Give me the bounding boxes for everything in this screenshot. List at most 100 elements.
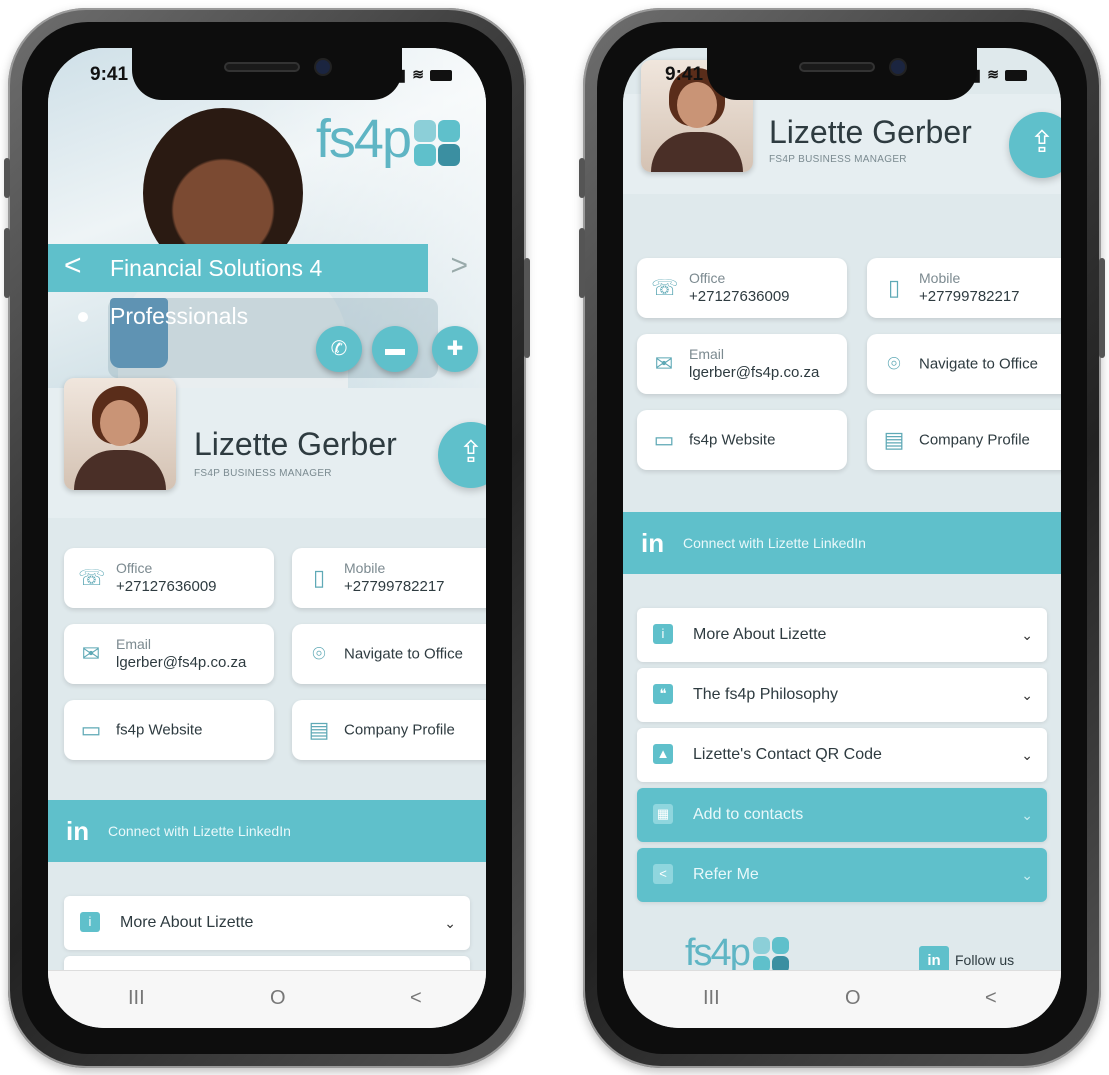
accordion-qr-code[interactable]: ▲ Lizette's Contact QR Code ⌄: [637, 728, 1047, 782]
mobile-value: +27799782217: [344, 578, 445, 595]
email-value: lgerber@fs4p.co.za: [689, 364, 820, 381]
accordion-add-contacts-label: Add to contacts: [693, 806, 804, 823]
email-label: Email: [689, 346, 725, 362]
accordion-refer-me[interactable]: < Refer Me ⌄: [637, 848, 1047, 902]
mobile-card[interactable]: ▯ Mobile +27799782217: [292, 548, 486, 608]
phone-icon: ☏: [651, 275, 679, 300]
location-icon: ⌾: [312, 641, 326, 666]
share-button[interactable]: ⇪: [1009, 112, 1061, 178]
android-nav-bar: III O <: [623, 970, 1061, 1028]
chevron-down-icon: ⌄: [1021, 687, 1033, 703]
mobile-card[interactable]: ▯ Mobile +27799782217: [867, 258, 1061, 318]
linkedin-label: Connect with Lizette LinkedIn: [108, 823, 291, 839]
chevron-down-icon: ⌄: [1021, 747, 1033, 763]
message-button[interactable]: ▬: [372, 326, 418, 372]
power-button: [524, 258, 530, 358]
volume-up-button: [4, 228, 10, 298]
accordion-about[interactable]: i More About Lizette ⌄: [64, 896, 470, 950]
company-card[interactable]: ▤ Company Profile: [292, 700, 486, 760]
accordion-refer-label: Refer Me: [693, 866, 759, 883]
accordion-about[interactable]: i More About Lizette ⌄: [637, 608, 1047, 662]
mute-switch: [4, 158, 10, 198]
email-card[interactable]: ✉ Email lgerber@fs4p.co.za: [637, 334, 847, 394]
mobile-label: Mobile: [919, 270, 961, 286]
chevron-down-icon: ⌄: [1021, 807, 1033, 823]
monitor-icon: ▭: [653, 427, 675, 452]
accordion-add-contacts[interactable]: ▦ Add to contacts ⌄: [637, 788, 1047, 842]
email-icon: ✉: [654, 351, 674, 376]
back-button[interactable]: <: [410, 987, 422, 1010]
website-card[interactable]: ▭ fs4p Website: [64, 700, 274, 760]
website-label: fs4p Website: [116, 721, 203, 739]
accordion-philosophy[interactable]: ❝ The fs4p Philosophy ⌄: [637, 668, 1047, 722]
office-value: +27127636009: [116, 578, 217, 595]
follow-us-label: Follow us: [955, 952, 1015, 968]
status-time: 9:41: [90, 64, 129, 85]
status-time: 9:41: [665, 64, 704, 85]
notch: [707, 48, 977, 100]
profile-header: Lizette Gerber FS4P BUSINESS MANAGER ⇪: [623, 60, 1061, 194]
office-label: Office: [116, 560, 153, 576]
back-button[interactable]: <: [985, 987, 997, 1010]
linkedin-bar[interactable]: in Connect with Lizette LinkedIn: [48, 800, 486, 862]
email-icon: ✉: [81, 641, 101, 666]
speaker: [799, 62, 875, 72]
linkedin-icon: in: [641, 528, 665, 558]
office-card[interactable]: ☏ Office +27127636009: [64, 548, 274, 608]
volume-up-button: [579, 228, 585, 298]
accordion-qr-label: Lizette's Contact QR Code: [693, 746, 882, 763]
logo-mark-icon: [752, 936, 789, 973]
profile-header: Lizette Gerber FS4P BUSINESS MANAGER ⇪: [48, 378, 486, 518]
image-icon: ▲: [653, 744, 673, 764]
company-label: Company Profile: [919, 431, 1030, 449]
office-card[interactable]: ☏ Office +27127636009: [637, 258, 847, 318]
front-camera: [316, 60, 330, 74]
info-icon: i: [80, 912, 100, 932]
website-label: fs4p Website: [689, 431, 776, 449]
profile-name: Lizette Gerber: [194, 426, 397, 462]
footer-logo-text: fs4p: [685, 932, 751, 974]
email-card[interactable]: ✉ Email lgerber@fs4p.co.za: [64, 624, 274, 684]
navigate-label: Navigate to Office: [344, 645, 463, 663]
linkedin-bar[interactable]: in Connect with Lizette LinkedIn: [623, 512, 1061, 574]
mute-switch: [579, 158, 585, 198]
website-card[interactable]: ▭ fs4p Website: [637, 410, 847, 470]
share-button[interactable]: ⇪: [438, 422, 486, 488]
fs4p-logo: fs4p: [316, 108, 460, 170]
carousel-next-icon[interactable]: >: [450, 244, 468, 292]
mobile-icon: ▯: [887, 275, 901, 300]
power-button: [1099, 258, 1105, 358]
pdf-icon: ▤: [308, 717, 330, 742]
logo-text: fs4p: [315, 109, 412, 169]
mobile-label: Mobile: [344, 560, 386, 576]
contacts-icon: ▦: [653, 804, 673, 824]
home-button[interactable]: O: [270, 987, 286, 1010]
carousel-prev-icon[interactable]: <: [64, 244, 82, 292]
screen: 9:41 ▂▄▆ ≋ Lizette Gerber FS4P BUSINESS …: [623, 48, 1061, 1028]
company-label: Company Profile: [344, 721, 455, 739]
navigate-card[interactable]: ⌾ Navigate to Office: [292, 624, 486, 684]
email-label: Email: [116, 636, 152, 652]
navigate-card[interactable]: ⌾ Navigate to Office: [867, 334, 1061, 394]
linkedin-icon: in: [66, 816, 90, 846]
recent-apps-button[interactable]: III: [703, 987, 720, 1010]
home-button[interactable]: O: [845, 987, 861, 1010]
phone-right: 9:41 ▂▄▆ ≋ Lizette Gerber FS4P BUSINESS …: [579, 8, 1105, 1068]
chevron-down-icon: ⌄: [1021, 867, 1033, 883]
add-contact-button[interactable]: ✚: [432, 326, 478, 372]
bezel: 9:41 ▂▄▆ ≋ Lizette Gerber FS4P BUSINESS …: [597, 22, 1087, 1054]
phone-icon: ☏: [78, 565, 106, 590]
company-card[interactable]: ▤ Company Profile: [867, 410, 1061, 470]
navigate-label: Navigate to Office: [919, 355, 1038, 373]
profile-role: FS4P BUSINESS MANAGER: [194, 468, 332, 479]
whatsapp-button[interactable]: ✆: [316, 326, 362, 372]
carousel-dot[interactable]: [78, 312, 88, 322]
speaker: [224, 62, 300, 72]
chevron-down-icon: ⌄: [444, 915, 456, 931]
mobile-icon: ▯: [312, 565, 326, 590]
recent-apps-button[interactable]: III: [128, 987, 145, 1010]
avatar: [64, 378, 176, 490]
footer-fs4p-logo: fs4p: [685, 932, 789, 975]
front-camera: [891, 60, 905, 74]
location-icon: ⌾: [887, 351, 901, 376]
